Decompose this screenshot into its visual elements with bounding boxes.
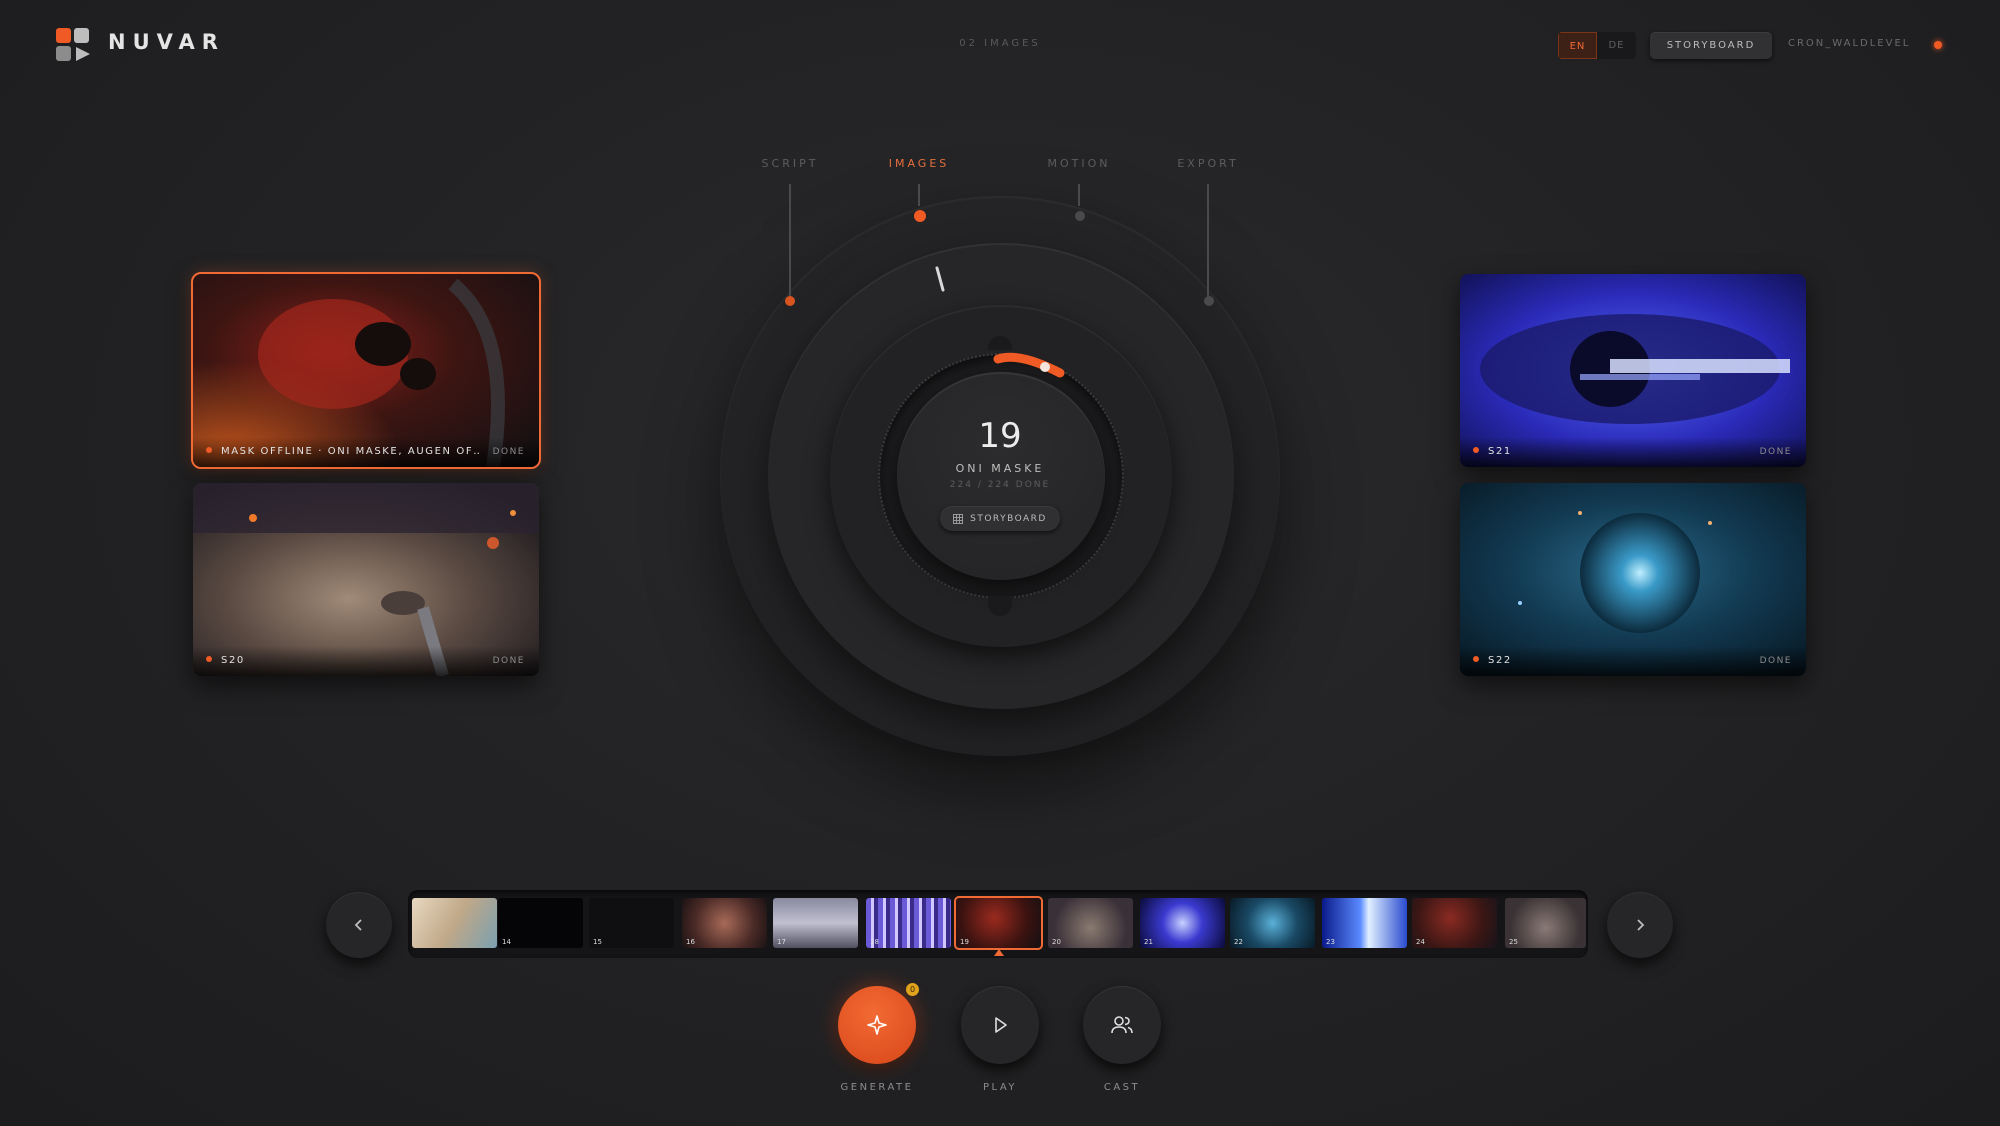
filmstrip-thumb[interactable]: 24 [1412,898,1497,948]
progress-handle[interactable] [1040,362,1050,372]
user-name[interactable]: CRON_WALDLEVEL [1788,38,1910,49]
card-label: S20 [221,655,245,666]
chevron-right-icon [1637,919,1645,931]
generate-label: GENERATE [840,1082,914,1093]
cast-button[interactable] [1083,986,1161,1064]
step-dot-export[interactable] [1204,296,1214,306]
next-button[interactable] [1607,892,1673,958]
scene-number: 19 [978,416,1022,456]
cast-label: CAST [1103,1082,1141,1093]
generate-badge: 0 [906,983,919,996]
scene-card-19[interactable]: MASK OFFLINE · ONI MASKE, AUGEN OF… DONE [191,272,541,469]
filmstrip-thumb-selected[interactable]: 19 [954,896,1043,950]
step-dot-script[interactable] [785,296,795,306]
filmstrip-thumb[interactable]: 15 [589,898,674,948]
filmstrip-thumb[interactable] [412,898,497,948]
sparkle-icon [867,1015,887,1035]
scene-progress: 224 / 224 DONE [949,480,1051,490]
dial-storyboard-button[interactable]: STORYBOARD [940,506,1060,531]
scene-card-21[interactable]: S21 DONE [1460,274,1806,467]
dial-storyboard-label: STORYBOARD [970,513,1047,524]
filmstrip-thumb[interactable]: 21 [1140,898,1225,948]
play-label: PLAY [982,1082,1017,1093]
step-dot-motion[interactable] [1075,211,1085,221]
play-button[interactable] [961,986,1039,1064]
filmstrip-thumb[interactable]: 25 [1505,898,1586,948]
card-label: MASK OFFLINE · ONI MASKE, AUGEN OF… [221,446,481,457]
chevron-left-icon [354,919,362,931]
progress-arc [993,352,1065,378]
app-logo [56,28,92,64]
scene-card-22[interactable]: S22 DONE [1460,483,1806,676]
filmstrip-thumb[interactable]: 17 [773,898,858,948]
image-counter: 02 IMAGES [959,38,1041,49]
generate-button[interactable] [838,986,916,1064]
filmstrip-thumb[interactable]: 14 [498,898,583,948]
scene-title: ONI MASKE [955,462,1045,475]
card-status: DONE [492,447,525,457]
filmstrip-thumb[interactable]: 18 [866,898,951,948]
card-label: S21 [1488,446,1512,457]
card-status: DONE [1759,656,1792,666]
grid-icon [953,513,964,524]
play-icon [995,1017,1007,1033]
card-status: DONE [1759,447,1792,457]
selection-caret [994,949,1004,956]
filmstrip-thumb[interactable]: 16 [682,898,767,948]
filmstrip-thumb[interactable]: 22 [1230,898,1315,948]
brand-name: NUVAR [108,30,225,54]
storyboard-button[interactable]: STORYBOARD [1650,32,1772,59]
scene-card-20[interactable]: S20 DONE [193,483,539,676]
lang-en-button[interactable]: EN [1558,32,1597,59]
lang-de-button[interactable]: DE [1597,32,1636,59]
dial-needle [935,266,945,292]
card-status: DONE [492,656,525,666]
users-icon [1111,1016,1133,1034]
filmstrip-thumb[interactable]: 23 [1322,898,1407,948]
step-dot-images[interactable] [914,210,926,222]
status-dot [1934,41,1942,49]
card-label: S22 [1488,655,1512,666]
filmstrip-thumb[interactable]: 20 [1048,898,1133,948]
language-switch[interactable]: EN DE [1558,32,1636,59]
prev-button[interactable] [326,892,392,958]
